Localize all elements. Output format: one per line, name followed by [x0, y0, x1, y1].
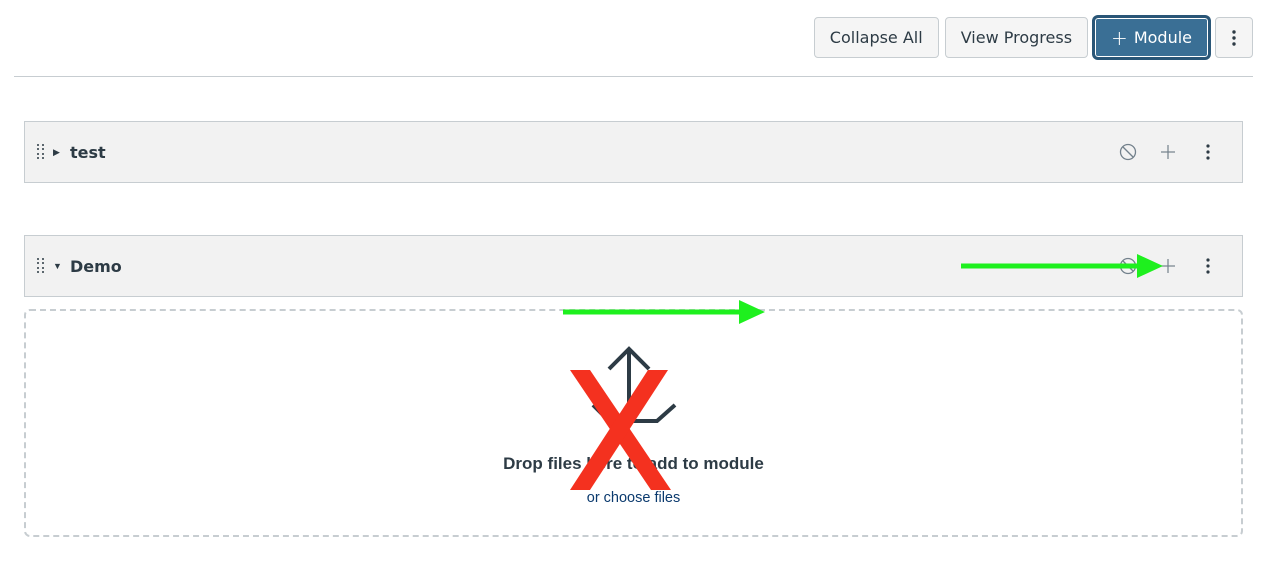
caret-right-icon[interactable]: ▶: [53, 147, 63, 158]
module-toolbar: Collapse All View Progress + Module: [813, 17, 1253, 58]
choose-files-link[interactable]: or choose files: [26, 490, 1241, 506]
module-header-demo[interactable]: ▼ Demo: [24, 235, 1243, 297]
plus-icon: +: [1111, 25, 1128, 50]
kebab-menu-icon: [1206, 144, 1210, 160]
publish-status-button[interactable]: [1108, 257, 1148, 275]
add-module-label: Module: [1133, 28, 1192, 47]
more-options-button[interactable]: [1215, 17, 1253, 58]
toolbar-divider: [14, 76, 1253, 77]
unpublished-icon: [1119, 257, 1137, 275]
drag-handle-icon[interactable]: [37, 144, 45, 160]
module-actions: [1108, 143, 1228, 161]
drag-handle-icon[interactable]: [37, 258, 45, 274]
module-options-button[interactable]: [1188, 144, 1228, 160]
plus-icon: [1161, 259, 1175, 273]
upload-icon: [591, 346, 676, 423]
unpublished-icon: [1119, 143, 1137, 161]
dropzone-instructions: Drop files here to add to module: [503, 454, 764, 473]
add-module-button[interactable]: + Module: [1094, 17, 1209, 58]
file-dropzone[interactable]: Drop files here to add to module or choo…: [24, 309, 1243, 537]
module-options-button[interactable]: [1188, 258, 1228, 274]
kebab-menu-icon: [1232, 29, 1236, 46]
module-title[interactable]: Demo: [70, 257, 122, 276]
add-item-button[interactable]: [1148, 258, 1188, 274]
module-header-test[interactable]: ▶ test: [24, 121, 1243, 183]
collapse-all-button[interactable]: Collapse All: [813, 17, 939, 58]
plus-icon: [1161, 145, 1175, 159]
view-progress-button[interactable]: View Progress: [944, 17, 1089, 58]
add-item-button[interactable]: [1148, 144, 1188, 160]
kebab-menu-icon: [1206, 258, 1210, 274]
caret-down-icon[interactable]: ▼: [53, 261, 63, 271]
publish-status-button[interactable]: [1108, 143, 1148, 161]
module-actions: [1108, 257, 1228, 275]
module-title[interactable]: test: [70, 143, 106, 162]
